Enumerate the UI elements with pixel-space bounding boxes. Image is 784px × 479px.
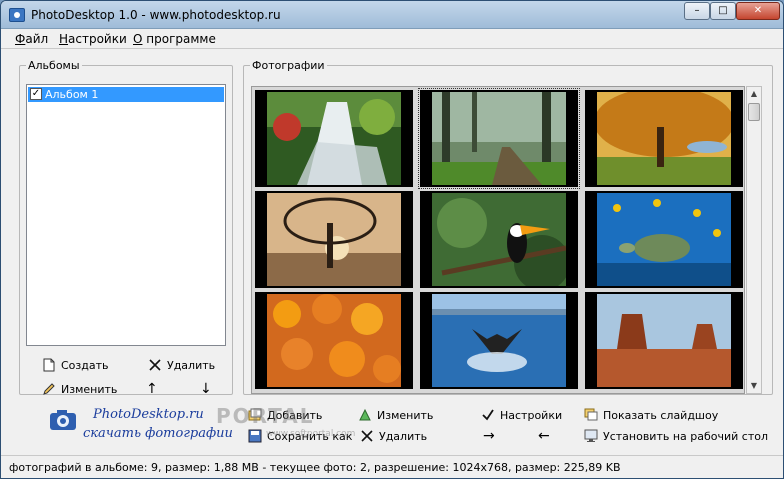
close-button[interactable]: ✕ (736, 2, 780, 20)
pencil-icon (43, 383, 55, 395)
checkmark-icon (482, 409, 494, 421)
bottom-toolbar: PhotoDesktop.ru скачать фотографии Добав… (1, 399, 783, 451)
delete-x-icon (149, 359, 161, 371)
menu-settings[interactable]: Настройки (59, 32, 127, 46)
photos-group-title: Фотографии (252, 59, 325, 72)
delete-album-label: Удалить (167, 358, 216, 372)
brand-site-text: PhotoDesktop.ru (93, 407, 204, 422)
album-list[interactable]: ✓ Альбом 1 (26, 84, 226, 346)
move-up-button[interactable]: ↑ (146, 379, 158, 399)
thumb-orange-flowers[interactable] (255, 292, 413, 389)
slideshow-label: Показать слайдшоу (603, 408, 719, 422)
prev-photo-button[interactable]: ← (538, 427, 550, 445)
album-list-item[interactable]: ✓ Альбом 1 (28, 87, 224, 102)
create-album-button[interactable]: Создать (42, 355, 109, 375)
set-desktop-button[interactable]: Установить на рабочий стол (584, 427, 768, 445)
menu-file[interactable]: Файл (15, 32, 48, 46)
maximize-button[interactable]: □ (710, 2, 736, 20)
albums-group: Альбомы ✓ Альбом 1 Создать Удалить Измен… (19, 59, 233, 397)
thumb-waterfall[interactable] (255, 90, 413, 187)
edit-photo-icon (359, 408, 371, 421)
edit-photo-button[interactable]: Изменить (358, 406, 433, 424)
photo-grid (251, 86, 745, 394)
add-photo-label: Добавить (267, 408, 323, 422)
title-bar[interactable]: PhotoDesktop 1.0 - www.photodesktop.ru –… (1, 1, 783, 29)
scroll-down-arrow-icon[interactable]: ▼ (747, 379, 761, 393)
save-as-label: Сохранить как (267, 429, 353, 443)
album-label: Альбом 1 (45, 88, 99, 101)
scroll-up-arrow-icon[interactable]: ▲ (747, 87, 761, 101)
app-camera-icon (9, 8, 25, 22)
main-window: PhotoDesktop 1.0 - www.photodesktop.ru –… (0, 0, 784, 479)
photo-grid-scrollbar[interactable]: ▲ ▼ (746, 86, 762, 394)
create-album-label: Создать (61, 358, 109, 372)
new-document-icon (43, 358, 55, 372)
photos-group: Фотографии ▲ ▼ (243, 59, 773, 395)
add-photo-button[interactable]: Добавить (248, 406, 322, 424)
settings-button[interactable]: Настройки (481, 406, 562, 424)
status-bar: фотографий в альбоме: 9, размер: 1,88 MB… (1, 455, 783, 478)
thumb-tree-sunset[interactable] (255, 191, 413, 288)
window-title: PhotoDesktop 1.0 - www.photodesktop.ru (31, 8, 281, 22)
next-photo-button[interactable]: → (483, 427, 495, 445)
status-text: фотографий в альбоме: 9, размер: 1,88 MB… (9, 461, 621, 474)
thumb-desert-butte[interactable] (585, 292, 743, 389)
save-disk-icon (248, 429, 262, 443)
edit-album-label: Изменить (61, 382, 118, 396)
content-area: Альбомы ✓ Альбом 1 Создать Удалить Измен… (1, 49, 783, 455)
thumb-toucan[interactable] (420, 191, 578, 291)
thumb-sea-turtle[interactable] (585, 191, 743, 288)
thumb-whale-tail[interactable] (420, 292, 578, 389)
delete-x-icon (361, 430, 373, 442)
minimize-button[interactable]: – (684, 2, 710, 20)
thumb-autumn-tree[interactable] (585, 87, 743, 187)
delete-album-button[interactable]: Удалить (148, 355, 215, 375)
delete-photo-label: Удалить (379, 429, 428, 443)
save-as-button[interactable]: Сохранить как (248, 427, 352, 445)
camera-logo-icon (50, 410, 76, 430)
menu-bar: Файл Настройки О программе (1, 29, 783, 49)
scrollbar-thumb[interactable] (748, 103, 760, 121)
edit-album-button[interactable]: Изменить (42, 379, 117, 399)
menu-about[interactable]: О программе (133, 32, 216, 46)
set-desktop-label: Установить на рабочий стол (603, 429, 769, 443)
settings-label: Настройки (500, 408, 563, 422)
thumb-forest-path[interactable] (418, 88, 580, 189)
slideshow-icon (584, 408, 598, 421)
add-photos-icon (248, 408, 262, 421)
slideshow-button[interactable]: Показать слайдшоу (584, 406, 718, 424)
monitor-icon (584, 429, 598, 442)
delete-photo-button[interactable]: Удалить (360, 427, 427, 445)
brand-tagline-text: скачать фотографии (83, 426, 233, 441)
edit-photo-label: Изменить (377, 408, 434, 422)
move-down-button[interactable]: ↓ (200, 379, 212, 399)
album-checkbox[interactable]: ✓ (30, 88, 42, 100)
albums-group-title: Альбомы (28, 59, 80, 72)
